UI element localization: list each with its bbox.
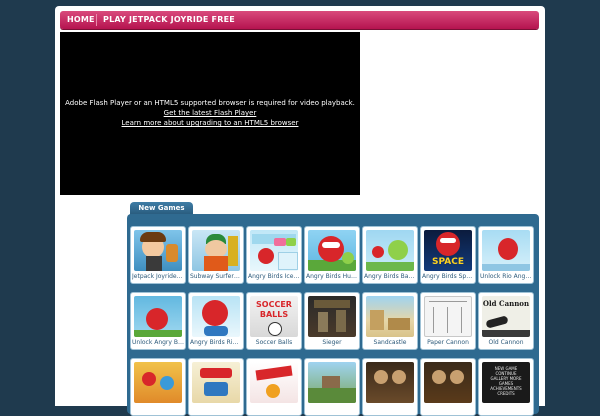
- page-container: HOME PLAY JETPACK JOYRIDE FREE Adobe Fla…: [55, 6, 545, 416]
- game-title: Sieger: [322, 339, 342, 346]
- game-menu-text: NEW GAME CONTINUE GALLERY MORE GAMES ACH…: [490, 366, 522, 396]
- game-title: Jetpack Joyride ...: [132, 273, 184, 280]
- game-title: Paper Cannon: [427, 339, 469, 346]
- nav-play-jetpack-link[interactable]: PLAY JETPACK JOYRIDE FREE: [103, 11, 235, 29]
- soccer-balls-thumbnail: SOCCER BALLS: [250, 296, 298, 337]
- game-tile[interactable]: SOCCER BALLS Soccer Balls: [246, 292, 302, 350]
- game-thumbnail: [134, 362, 182, 403]
- game-tile[interactable]: Angry Birds Ice ...: [246, 226, 302, 284]
- game-tile[interactable]: Paper Cannon: [420, 292, 476, 350]
- game-thumbnail: [424, 362, 472, 403]
- game-tile[interactable]: Unlock Angry Bi...: [130, 292, 186, 350]
- game-tile[interactable]: Sieger: [304, 292, 360, 350]
- space-logo-text: SPACE: [432, 257, 464, 267]
- game-title: Angry Birds Spa...: [422, 273, 474, 280]
- game-title: Angry Birds Rio ...: [190, 339, 242, 346]
- game-tile[interactable]: Jetpack Joyride ...: [130, 226, 186, 284]
- nav-home-link[interactable]: HOME: [67, 11, 95, 29]
- flash-message-text: Adobe Flash Player or an HTML5 supported…: [65, 99, 355, 107]
- game-tile[interactable]: Subway Surfers ...: [188, 226, 244, 284]
- angry-birds-bad-piggies-thumbnail: [366, 230, 414, 271]
- game-thumbnail: [192, 362, 240, 403]
- paper-cannon-thumbnail: [424, 296, 472, 337]
- game-thumbnail: [250, 362, 298, 403]
- soccer-balls-logo-text: SOCCER BALLS: [256, 300, 292, 319]
- game-thumbnail: [366, 362, 414, 403]
- sieger-thumbnail: [308, 296, 356, 337]
- game-title: Soccer Balls: [255, 339, 293, 346]
- game-title: Unlock Rio Angr...: [480, 273, 532, 280]
- jetpack-joyride-thumbnail: [134, 230, 182, 271]
- game-title: Angry Birds Ice ...: [248, 273, 300, 280]
- game-tile[interactable]: NEW GAME CONTINUE GALLERY MORE GAMES ACH…: [478, 358, 534, 416]
- game-menu-thumbnail: NEW GAME CONTINUE GALLERY MORE GAMES ACH…: [482, 362, 530, 403]
- game-tile[interactable]: Unlock Rio Angr...: [478, 226, 534, 284]
- old-cannon-logo-text: Old Cannon: [482, 299, 530, 308]
- angry-birds-ice-thumbnail: [250, 230, 298, 271]
- angry-birds-hunt-thumbnail: [308, 230, 356, 271]
- nav-divider: [96, 14, 97, 26]
- unlock-rio-angry-birds-thumbnail: [482, 230, 530, 271]
- get-flash-link[interactable]: Get the latest Flash Player: [60, 108, 360, 118]
- game-tile[interactable]: [304, 358, 360, 416]
- game-title: Subway Surfers ...: [190, 273, 242, 280]
- game-title: Unlock Angry Bi...: [132, 339, 184, 346]
- game-tile[interactable]: SPACE Angry Birds Spa...: [420, 226, 476, 284]
- subway-surfers-thumbnail: [192, 230, 240, 271]
- game-tile[interactable]: Angry Birds Hun...: [304, 226, 360, 284]
- game-tile[interactable]: Sandcastle: [362, 292, 418, 350]
- game-thumbnail: [308, 362, 356, 403]
- game-tile[interactable]: [130, 358, 186, 416]
- game-tile[interactable]: Angry Birds Bad ...: [362, 226, 418, 284]
- game-tile[interactable]: Old Cannon Old Cannon: [478, 292, 534, 350]
- angry-birds-space-thumbnail: SPACE: [424, 230, 472, 271]
- game-title: Angry Birds Bad ...: [364, 273, 416, 280]
- game-title: Angry Birds Hun...: [306, 273, 358, 280]
- game-tile[interactable]: [188, 358, 244, 416]
- flash-required-message: Adobe Flash Player or an HTML5 supported…: [60, 98, 360, 128]
- video-player[interactable]: Adobe Flash Player or an HTML5 supported…: [60, 32, 360, 195]
- game-tile[interactable]: Angry Birds Rio ...: [188, 292, 244, 350]
- game-tile[interactable]: [362, 358, 418, 416]
- angry-birds-rio-thumbnail: [192, 296, 240, 337]
- sandcastle-thumbnail: [366, 296, 414, 337]
- game-title: Old Cannon: [488, 339, 524, 346]
- old-cannon-thumbnail: Old Cannon: [482, 296, 530, 337]
- game-tile[interactable]: [420, 358, 476, 416]
- upgrade-html5-link[interactable]: Learn more about upgrading to an HTML5 b…: [60, 118, 360, 128]
- game-tile[interactable]: [246, 358, 302, 416]
- unlock-angry-birds-thumbnail: [134, 296, 182, 337]
- top-navigation: HOME PLAY JETPACK JOYRIDE FREE: [60, 11, 539, 29]
- game-title: Sandcastle: [373, 339, 407, 346]
- new-games-panel: Jetpack Joyride ... Subway Surfers ... A…: [127, 214, 539, 416]
